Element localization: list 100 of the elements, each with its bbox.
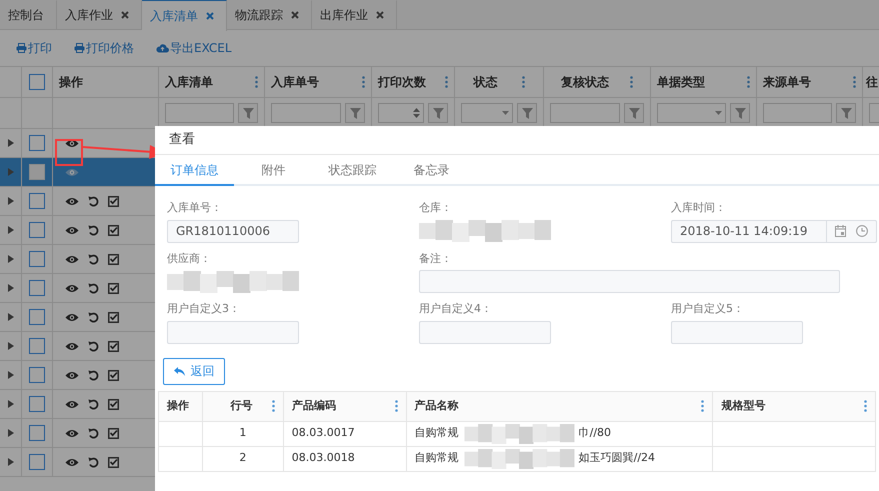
expand-icon[interactable]	[8, 255, 14, 263]
column-header[interactable]: 规格型号	[712, 391, 876, 421]
more-icon[interactable]	[522, 76, 525, 88]
undo-icon[interactable]	[88, 340, 99, 352]
filter-icon[interactable]	[242, 108, 254, 118]
filter-button[interactable]	[836, 103, 856, 123]
eye-icon[interactable]	[65, 196, 79, 206]
eye-icon[interactable]	[65, 168, 79, 176]
filter-field[interactable]	[657, 103, 726, 123]
column-header[interactable]: 往	[863, 67, 879, 97]
filter-icon[interactable]	[628, 108, 640, 118]
column-header[interactable]: 单据类型	[651, 67, 757, 97]
more-icon[interactable]	[272, 400, 275, 412]
expand-icon[interactable]	[8, 139, 14, 147]
expand-icon[interactable]	[8, 342, 14, 350]
column-header[interactable]: 操作	[53, 67, 159, 97]
close-icon[interactable]	[376, 11, 384, 19]
tab[interactable]: 状态跟踪	[313, 155, 392, 186]
more-icon[interactable]	[445, 76, 448, 88]
input-field[interactable]	[167, 320, 299, 344]
eye-icon[interactable]	[65, 428, 79, 438]
more-icon[interactable]	[630, 76, 634, 88]
expand-icon[interactable]	[8, 284, 14, 292]
eye-icon[interactable]	[65, 284, 79, 292]
undo-icon[interactable]	[88, 282, 99, 294]
row-checkbox[interactable]	[29, 222, 45, 238]
undo-icon[interactable]	[88, 254, 99, 264]
filter-button[interactable]	[428, 103, 448, 123]
check-square-icon[interactable]	[108, 398, 119, 410]
more-icon[interactable]	[701, 400, 704, 412]
expand-icon[interactable]	[8, 400, 14, 408]
close-icon[interactable]	[206, 12, 214, 20]
check-square-icon[interactable]	[108, 196, 119, 206]
expand-icon[interactable]	[8, 197, 14, 205]
select-all-checkbox[interactable]	[29, 74, 45, 90]
print-button[interactable]: 打印价格	[74, 39, 134, 57]
filter-field[interactable]	[763, 103, 832, 123]
close-icon[interactable]	[121, 11, 129, 19]
column-header[interactable]: 产品编码	[283, 391, 406, 421]
check-square-icon[interactable]	[108, 282, 119, 294]
input-field[interactable]: GR1810110006	[167, 220, 299, 242]
expand-icon[interactable]	[8, 458, 14, 466]
column-header[interactable]: 入库单号	[265, 67, 372, 97]
filter-field[interactable]	[378, 103, 424, 123]
row-checkbox[interactable]	[29, 338, 45, 354]
row-checkbox[interactable]	[29, 396, 45, 412]
eye-icon[interactable]	[65, 254, 79, 264]
expand-icon[interactable]	[8, 313, 14, 321]
row-checkbox[interactable]	[29, 251, 45, 267]
more-icon[interactable]	[864, 400, 867, 412]
export-button[interactable]: 导出EXCEL	[156, 39, 232, 57]
column-header[interactable]: 行号	[202, 391, 284, 421]
check-square-icon[interactable]	[108, 340, 119, 352]
filter-field[interactable]	[550, 103, 620, 123]
filter-button[interactable]	[345, 103, 365, 123]
back-button[interactable]: 返回	[163, 358, 225, 384]
tab[interactable]: 备忘录	[392, 155, 471, 186]
filter-button[interactable]	[624, 103, 644, 123]
column-header[interactable]: 打印次数	[372, 67, 455, 97]
spinner-icon[interactable]	[413, 107, 420, 119]
check-square-icon[interactable]	[108, 428, 119, 438]
check-square-icon[interactable]	[108, 312, 119, 322]
more-icon[interactable]	[747, 76, 750, 88]
filter-field[interactable]	[271, 103, 341, 123]
eye-icon[interactable]	[65, 312, 79, 322]
input-field[interactable]	[419, 320, 551, 344]
filter-icon[interactable]	[432, 108, 444, 118]
tab[interactable]: 附件	[234, 155, 313, 186]
row-checkbox[interactable]	[29, 309, 45, 325]
filter-field[interactable]	[461, 103, 513, 123]
input-field[interactable]	[671, 320, 803, 344]
filter-button[interactable]	[730, 103, 750, 123]
input-field[interactable]	[419, 270, 840, 293]
print-button[interactable]: 打印	[16, 39, 52, 57]
row-checkbox[interactable]	[29, 425, 45, 441]
expand-icon[interactable]	[8, 371, 14, 379]
row-checkbox[interactable]	[29, 135, 45, 151]
undo-icon[interactable]	[88, 196, 99, 206]
undo-icon[interactable]	[88, 428, 99, 438]
row-checkbox[interactable]	[29, 193, 45, 209]
row-checkbox[interactable]	[29, 367, 45, 383]
column-header[interactable]: 入库清单	[159, 67, 265, 97]
filter-button[interactable]	[238, 103, 258, 123]
expand-icon[interactable]	[8, 429, 14, 437]
check-square-icon[interactable]	[108, 254, 119, 264]
more-icon[interactable]	[394, 400, 398, 412]
undo-icon[interactable]	[88, 312, 99, 322]
undo-icon[interactable]	[88, 224, 99, 236]
caret-icon[interactable]	[715, 111, 722, 115]
column-header[interactable]: 来源单号	[757, 67, 863, 97]
eye-icon[interactable]	[65, 342, 79, 350]
filter-icon[interactable]	[840, 108, 852, 118]
check-square-icon[interactable]	[108, 456, 119, 468]
filter-icon[interactable]	[522, 108, 532, 118]
more-icon[interactable]	[853, 76, 856, 88]
eye-icon[interactable]	[65, 226, 79, 234]
undo-icon[interactable]	[88, 370, 99, 380]
undo-icon[interactable]	[88, 398, 99, 410]
calendar-icon[interactable]	[835, 225, 846, 237]
more-icon[interactable]	[255, 76, 258, 88]
